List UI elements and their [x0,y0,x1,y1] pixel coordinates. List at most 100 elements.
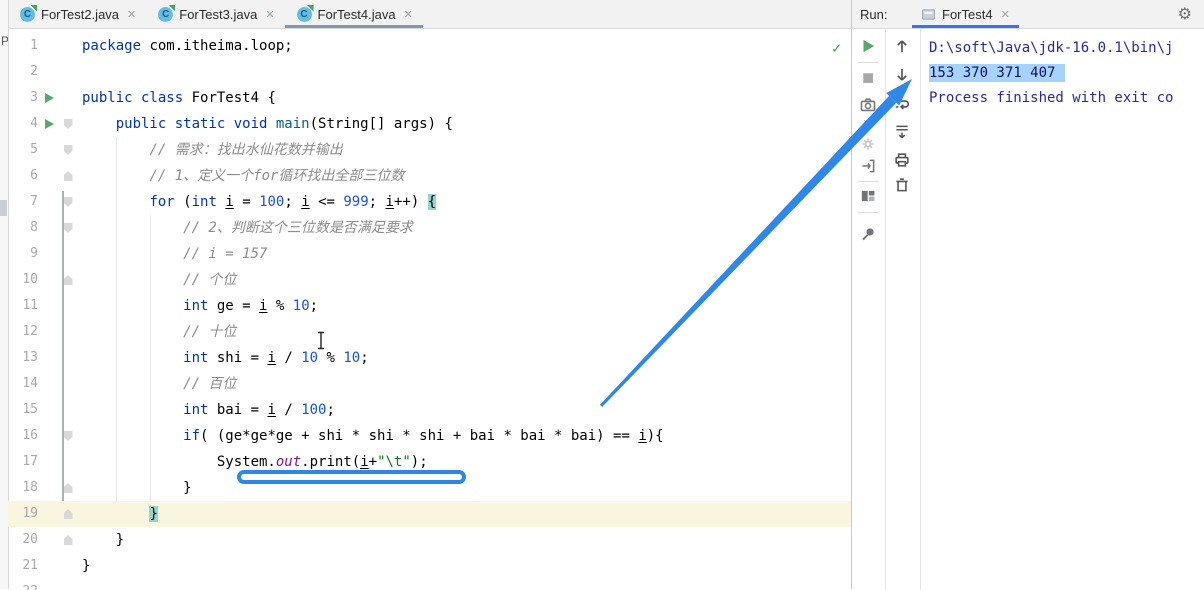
run-toolbar-right [885,29,921,590]
editor-tab-fortest2[interactable]: C ForTest2.java ✕ [8,0,146,28]
code-line[interactable]: 10 // 个位 [8,267,851,293]
code-line[interactable]: 20 } [8,527,851,553]
code-line[interactable]: 17 System.out.print(i+"\t"); [8,449,851,475]
line-number[interactable]: 5 [8,137,38,163]
code-line[interactable]: 13 int shi = i / 10 % 10; [8,345,851,371]
code-line[interactable]: 9 // i = 157 [8,241,851,267]
line-number[interactable]: 11 [8,293,38,319]
print-button[interactable] [893,151,911,169]
fold-icon[interactable] [63,145,73,155]
close-icon[interactable]: ✕ [1001,8,1010,21]
line-number[interactable]: 8 [8,215,38,241]
inspection-ok-icon[interactable]: ✓ [832,35,841,61]
line-number[interactable]: 12 [8,319,38,345]
close-icon[interactable]: ✕ [404,8,413,21]
code-text: int ge = i % 10; [183,298,319,314]
code-line[interactable]: 5 // 需求：找出水仙花数并输出 [8,137,851,163]
line-number[interactable]: 21 [8,553,38,579]
code-line[interactable]: 22 [8,579,851,590]
editor-tabbar: C ForTest2.java ✕ C ForTest3.java ✕ C Fo… [8,0,851,29]
fold-icon[interactable] [63,431,73,441]
gutter-fold-cell [58,535,78,545]
close-icon[interactable]: ✕ [127,8,136,21]
line-number[interactable]: 14 [8,371,38,397]
line-number[interactable]: 19 [8,501,38,527]
code-line[interactable]: 8 // 2、判断这个三位数是否满足要求 [8,215,851,241]
code-text: // 十位 [82,324,237,340]
run-toolbar-left [852,29,886,590]
build-button[interactable] [859,135,877,153]
gutter-fold-cell [58,275,78,285]
line-number[interactable]: 3 [8,85,38,111]
code-line[interactable]: 3 public class ForTest4 { [8,85,851,111]
fold-icon[interactable] [63,509,73,519]
rerun-button[interactable] [859,37,877,55]
line-number[interactable]: 7 [8,189,38,215]
soft-wrap-button[interactable] [893,96,911,114]
code-text: public class ForTest4 { [82,90,276,106]
code-line[interactable]: 7 for (int i = 100; i <= 999; i++) { [8,189,851,215]
fold-icon[interactable] [63,535,73,545]
line-number[interactable]: 13 [8,345,38,371]
gutter-fold-cell [58,119,78,129]
pin-button[interactable] [859,225,877,243]
java-class-icon: C [20,6,35,22]
camera-button[interactable] [859,96,877,114]
code-line[interactable]: 16 if( (ge*ge*ge + shi * shi * shi + bai… [8,423,851,449]
gear-icon[interactable]: ⚙ [1178,4,1192,23]
line-number[interactable]: 4 [8,111,38,137]
line-number[interactable]: 17 [8,449,38,475]
up-button[interactable] [893,37,911,55]
code-line[interactable]: 11 int ge = i % 10; [8,293,851,319]
code-text: System.out.print(i+"\t"); [82,454,428,470]
clear-button[interactable] [893,176,911,194]
line-number[interactable]: 20 [8,527,38,553]
code-line[interactable]: 6 // 1、定义一个for循环找出全部三位数 [8,163,851,189]
down-button[interactable] [893,66,911,84]
run-line-icon[interactable] [44,119,54,129]
code-text: // 个位 [82,272,237,288]
code-editor[interactable]: ✓ 1 package com.itheima.loop; 2 3 public cla… [8,29,851,590]
gutter-fold-cell [58,171,78,181]
code-text: // 2、判断这个三位数是否满足要求 [82,220,413,236]
close-icon[interactable]: ✕ [265,8,274,21]
toolbar-separator [858,181,879,182]
fold-icon[interactable] [63,483,73,493]
line-number[interactable]: 2 [8,59,38,85]
line-number[interactable]: 18 [8,475,38,501]
gutter-fold-cell [58,197,78,207]
code-text: int shi = i / 10 % 10; [183,350,369,366]
console-selection: 153 370 371 407 [929,64,1066,82]
layout-button[interactable] [859,187,877,205]
line-number[interactable]: 16 [8,423,38,449]
scroll-end-button[interactable] [893,123,911,141]
code-line[interactable]: 14 // 百位 [8,371,851,397]
code-line[interactable]: 21} [8,553,851,579]
fold-icon[interactable] [63,197,73,207]
code-line[interactable]: 4 public static void main(String[] args)… [8,111,851,137]
run-tab-fortest4[interactable]: ForTest4 ✕ [912,0,1019,28]
code-line[interactable]: 12 // 十位 [8,319,851,345]
fold-icon[interactable] [63,171,73,181]
code-line[interactable]: 1 package com.itheima.loop; [8,33,851,59]
code-line[interactable]: 18 } [8,475,851,501]
fold-icon[interactable] [63,223,73,233]
code-line[interactable]: 2 [8,59,851,85]
editor-tab-fortest3[interactable]: C ForTest3.java ✕ [146,0,284,28]
stop-button[interactable] [859,69,877,87]
fold-icon[interactable] [63,275,73,285]
line-number[interactable]: 10 [8,267,38,293]
code-text: } [82,480,192,496]
console-output[interactable]: D:\soft\Java\jdk-16.0.1\bin\j 153 370 371… [921,29,1204,590]
line-number[interactable]: 22 [8,579,38,590]
editor-tab-fortest4[interactable]: C ForTest4.java ✕ [284,0,424,28]
line-number[interactable]: 1 [8,33,38,59]
code-line[interactable]: 15 int bai = i / 100; [8,397,851,423]
line-number[interactable]: 9 [8,241,38,267]
exit-button[interactable] [859,157,877,175]
run-line-icon[interactable] [44,93,54,103]
line-number[interactable]: 6 [8,163,38,189]
line-number[interactable]: 15 [8,397,38,423]
code-line[interactable]: 19 } [8,501,851,527]
fold-icon[interactable] [63,119,73,129]
